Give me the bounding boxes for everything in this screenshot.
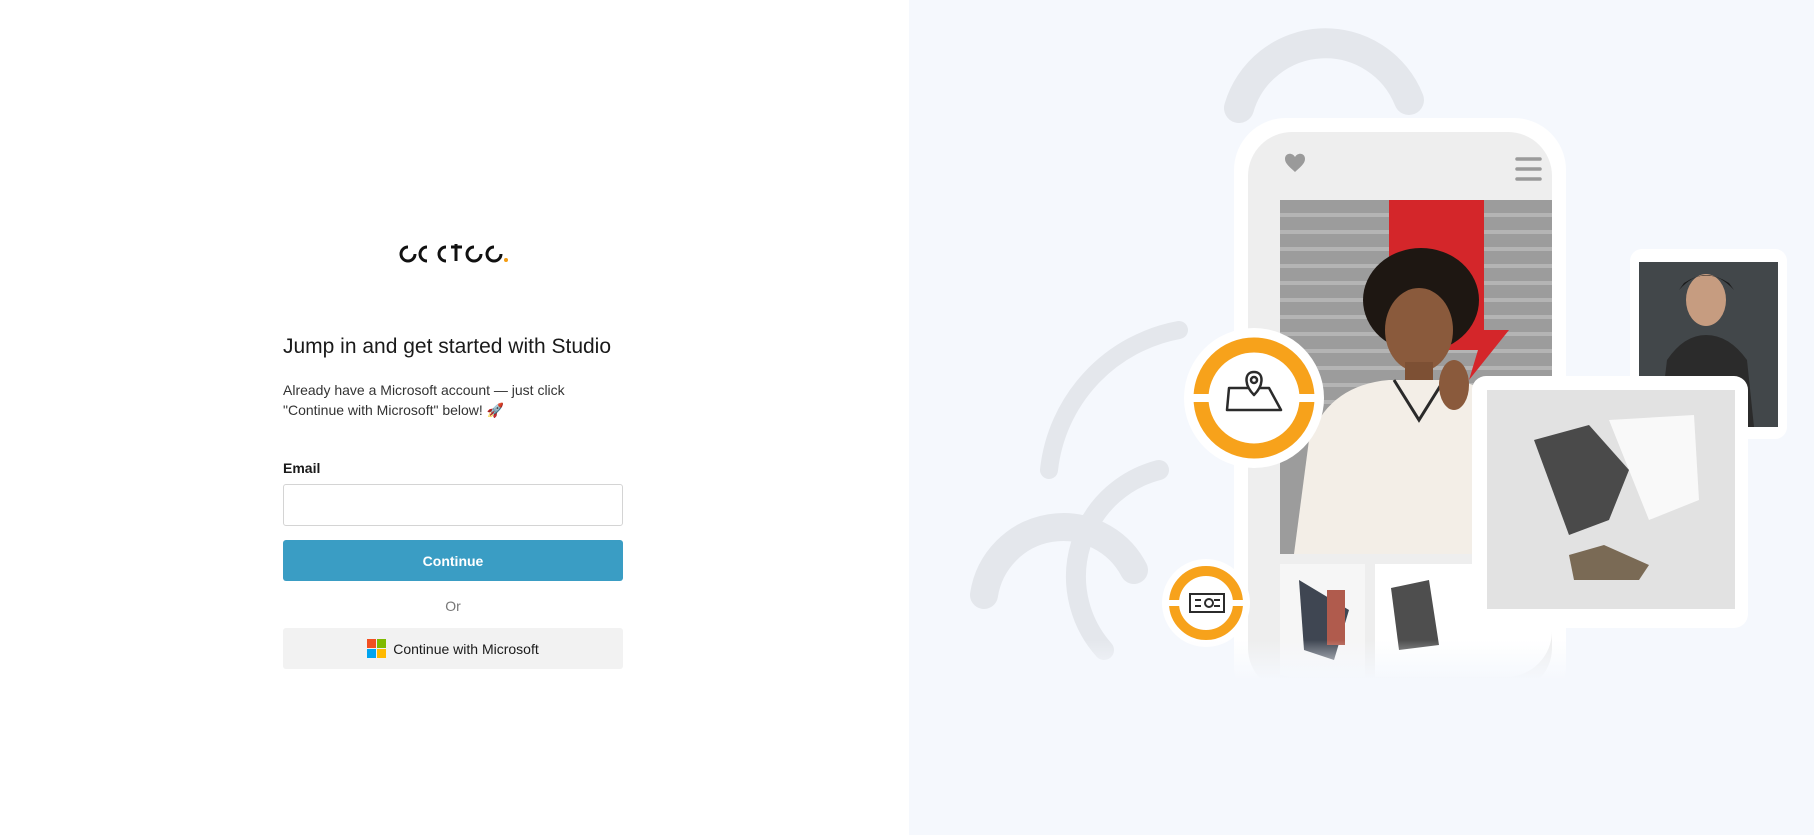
email-field[interactable] <box>283 484 623 526</box>
cash-icon <box>1189 593 1225 613</box>
location-badge <box>1184 328 1324 468</box>
hero-illustration <box>909 28 1814 835</box>
continue-with-microsoft-button[interactable]: Continue with Microsoft <box>283 628 623 669</box>
or-divider: Or <box>445 598 461 614</box>
microsoft-logo-icon <box>367 639 387 658</box>
microsoft-button-label: Continue with Microsoft <box>393 640 539 657</box>
intro-text: Already have a Microsoft account — just … <box>283 382 565 418</box>
hero-panel <box>909 0 1814 835</box>
cash-badge <box>1162 559 1250 647</box>
email-label: Email <box>283 460 321 476</box>
brand-logo <box>283 236 623 266</box>
signin-form: Jump in and get started with Studio Alre… <box>283 236 623 669</box>
clothing-card <box>1472 376 1748 628</box>
signin-panel: Jump in and get started with Studio Alre… <box>0 0 909 835</box>
continue-button[interactable]: Continue <box>283 540 623 581</box>
page-title: Jump in and get started with Studio <box>283 335 612 358</box>
